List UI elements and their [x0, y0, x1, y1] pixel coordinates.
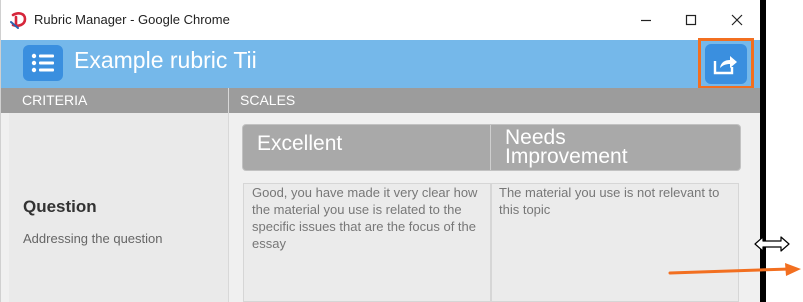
criterion-title: Question [23, 197, 97, 216]
rubric-manager-window: Rubric Manager - Google Chrome Example r… [0, 0, 761, 302]
criterion-cell-needs-improvement[interactable]: The material you use is not relevant to … [491, 183, 739, 302]
window-title: Rubric Manager - Google Chrome [34, 12, 230, 27]
minimize-icon [641, 19, 651, 22]
column-divider [228, 88, 229, 302]
minimize-button[interactable] [623, 6, 669, 34]
scales-column-header: SCALES [229, 88, 761, 113]
maximize-icon [685, 14, 697, 26]
rubric-title: Example rubric Tii [74, 47, 257, 73]
rubric-list-button[interactable] [23, 45, 63, 81]
close-button[interactable] [714, 6, 760, 34]
arrow-icon [668, 263, 801, 276]
criterion-description: Addressing the question [23, 231, 163, 246]
criteria-column-header: CRITERIA [1, 88, 228, 113]
list-icon [31, 53, 54, 73]
maximize-button[interactable] [668, 6, 714, 34]
scale-divider [490, 125, 491, 170]
scale-label-excellent: Excellent [257, 132, 343, 155]
window-titlebar: Rubric Manager - Google Chrome [1, 0, 761, 40]
share-button-highlight [698, 38, 754, 89]
close-icon [731, 14, 743, 26]
criterion-cell-excellent[interactable]: Good, you have made it very clear how th… [243, 183, 491, 302]
app-logo-icon [10, 12, 27, 29]
resize-cursor-icon [754, 236, 790, 252]
scale-label-needs-improvement: Needs Improvement [505, 126, 628, 168]
window-edge [760, 0, 766, 302]
